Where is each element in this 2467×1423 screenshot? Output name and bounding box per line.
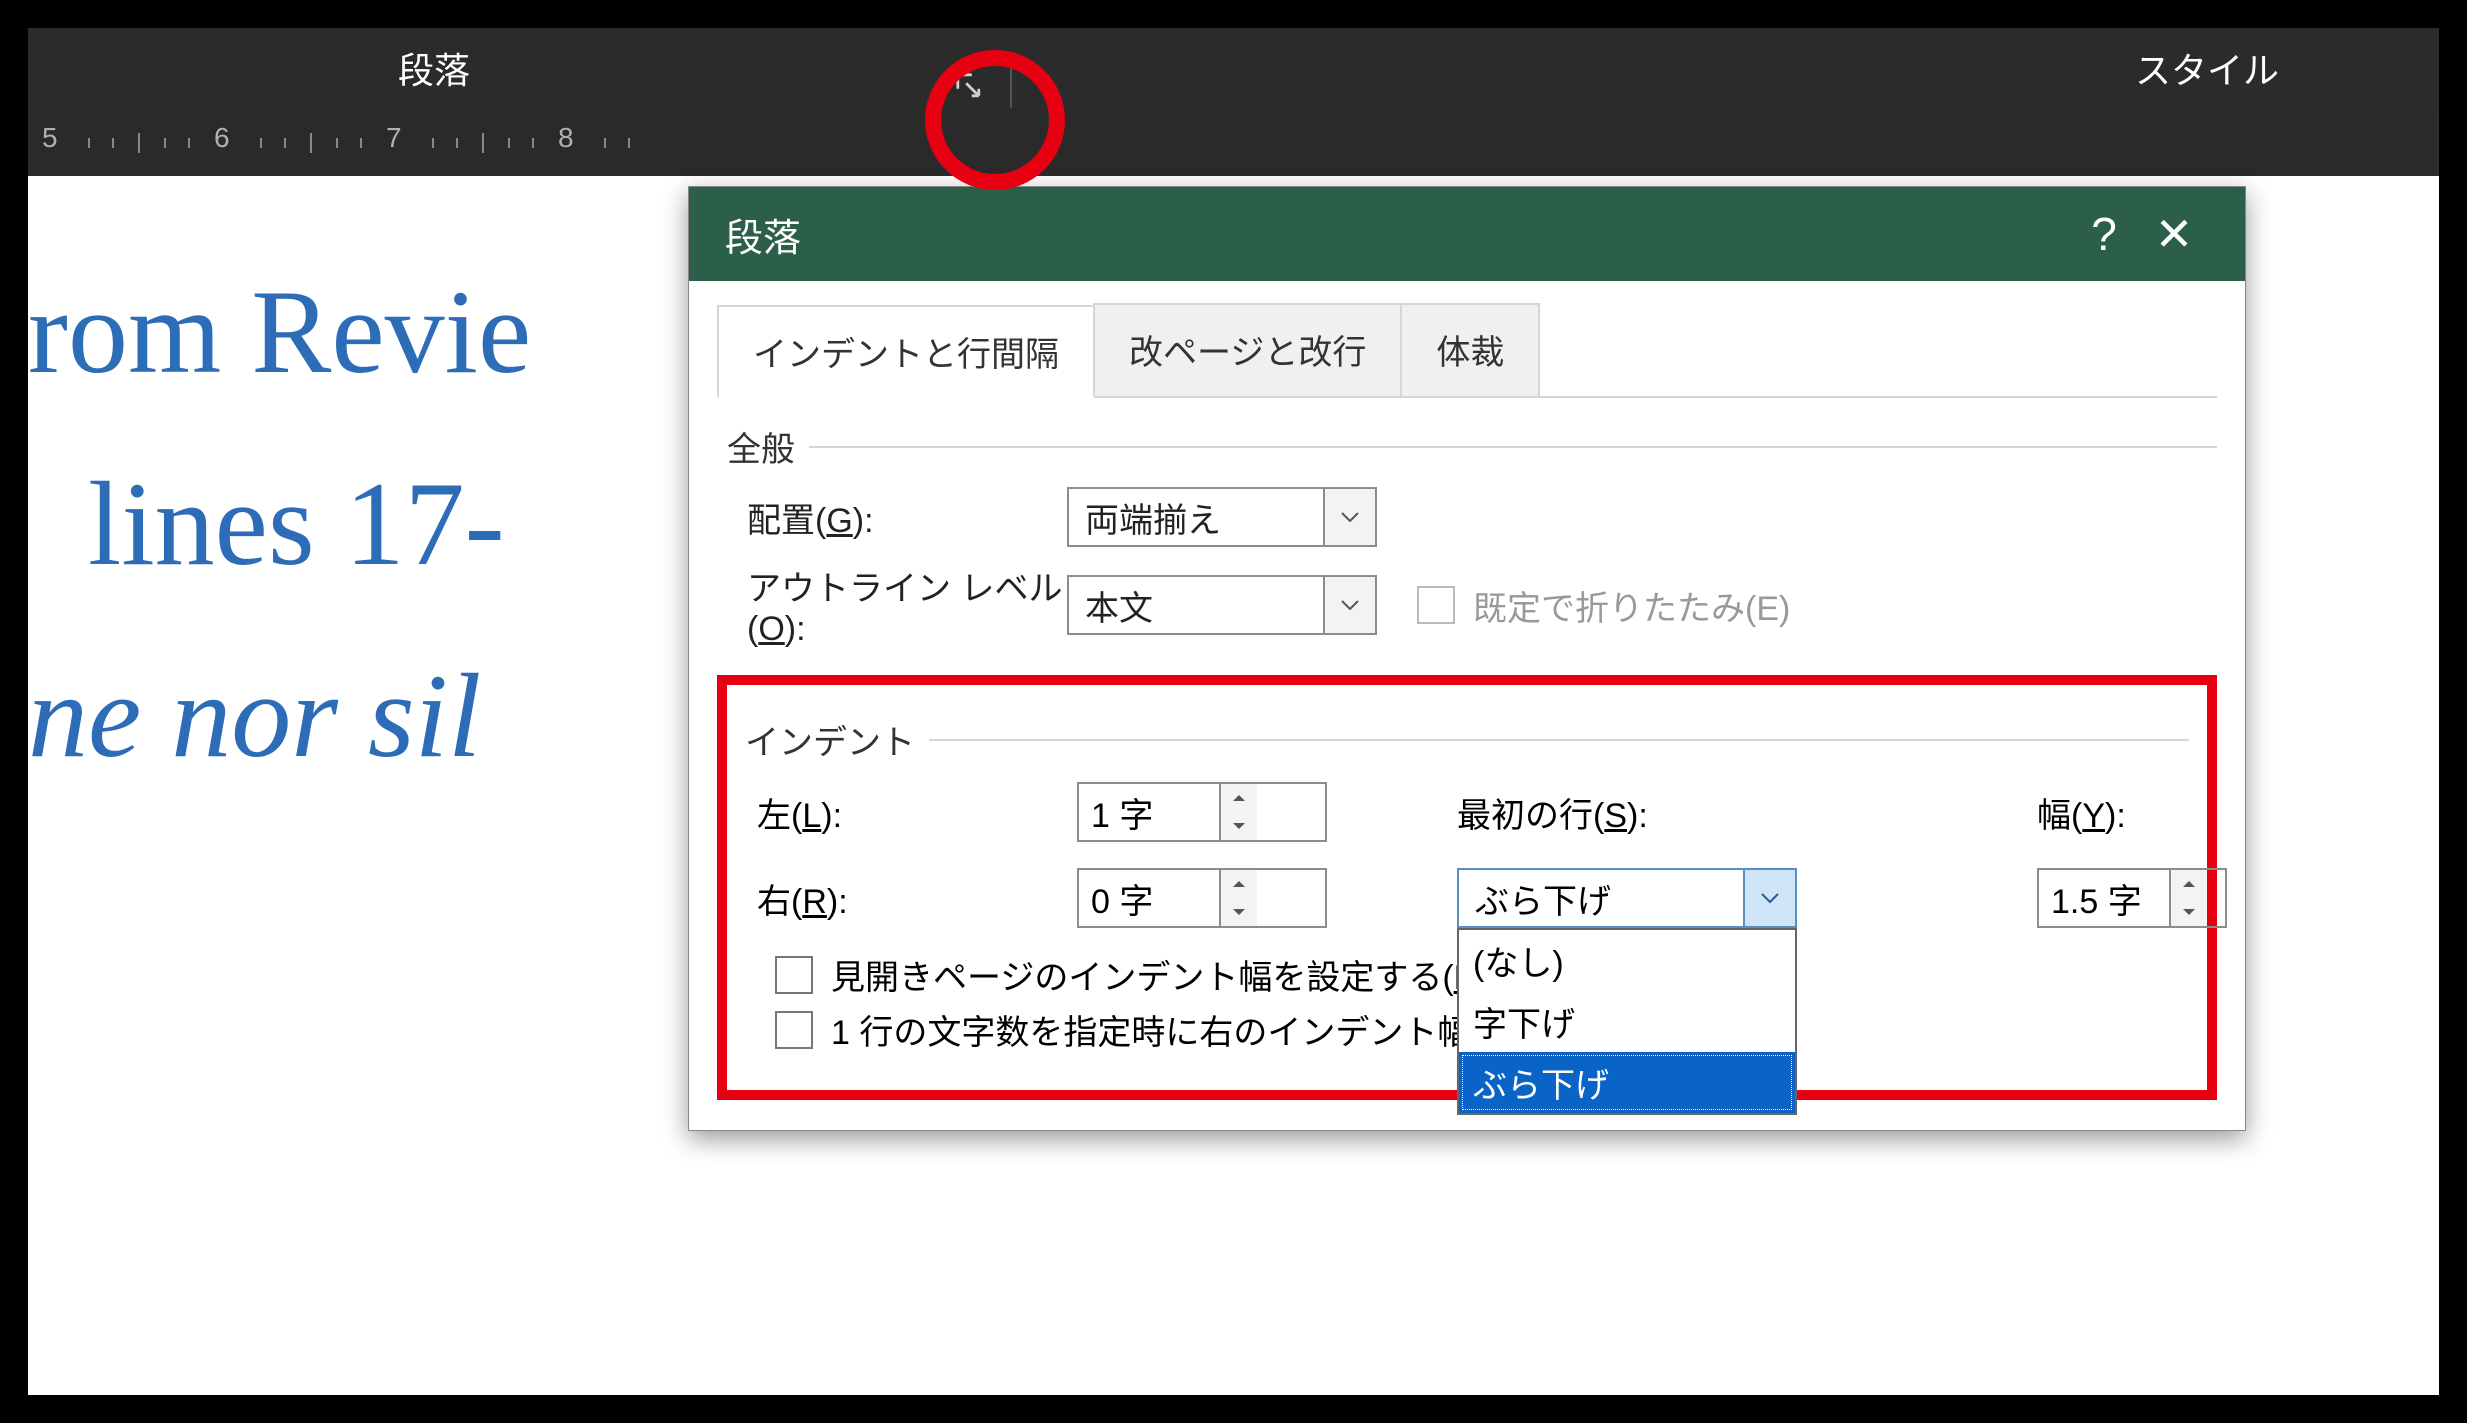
indent-right-input[interactable]	[1079, 870, 1219, 926]
auto-adjust-right-indent-label: 1 行の文字数を指定時に右のインデント幅を	[831, 1005, 1505, 1054]
collapse-by-default-checkbox: 既定で折りたたみ(E)	[1417, 581, 1790, 630]
first-line-value: ぶら下げ	[1459, 874, 1743, 923]
close-button[interactable]: ✕	[2139, 199, 2209, 269]
dialog-title: 段落	[725, 207, 801, 262]
outline-level-select[interactable]: 本文	[1067, 575, 1377, 635]
dialog-titlebar[interactable]: 段落 ? ✕	[689, 187, 2245, 281]
alignment-select[interactable]: 両端揃え	[1067, 487, 1377, 547]
ribbon-bar: 段落 スタイル	[28, 28, 2439, 108]
indent-by-spinner[interactable]	[2037, 868, 2227, 928]
ruler-number: 5	[42, 122, 58, 154]
spinner-down-icon[interactable]	[1221, 898, 1257, 926]
ruler-number: 6	[214, 122, 230, 154]
tab-asian-typography[interactable]: 体裁	[1400, 303, 1540, 396]
indent-section-header: インデント	[745, 715, 2189, 764]
first-line-option-firstline[interactable]: 字下げ	[1459, 991, 1795, 1052]
ruler-number: 7	[386, 122, 402, 154]
indent-right-spinner[interactable]	[1077, 868, 1327, 928]
indent-by-label: 幅(Y):	[2037, 788, 2267, 837]
help-button[interactable]: ?	[2069, 199, 2139, 269]
chevron-down-icon[interactable]	[1743, 870, 1795, 926]
annotation-red-circle	[925, 50, 1065, 190]
alignment-label: 配置(G):	[747, 493, 1067, 542]
indent-highlight-frame: インデント 左(L): 最初の行(S): 幅(Y):	[717, 675, 2217, 1100]
indent-right-label: 右(R):	[757, 874, 1047, 923]
tab-indent-spacing[interactable]: インデントと行間隔	[717, 305, 1095, 398]
screenshot-frame: 段落 スタイル 5 6 7 8 rom Rev	[0, 0, 2467, 1423]
first-line-option-none[interactable]: (なし)	[1459, 930, 1795, 991]
collapse-label: 既定で折りたたみ(E)	[1473, 581, 1790, 630]
alignment-value: 両端揃え	[1069, 493, 1323, 542]
first-line-option-hanging[interactable]: ぶら下げ	[1459, 1052, 1795, 1113]
chevron-down-icon[interactable]	[1323, 577, 1375, 633]
paragraph-dialog: 段落 ? ✕ インデントと行間隔 改ページと改行 体裁 全般 配置(G): 両端…	[688, 186, 2246, 1131]
outline-level-value: 本文	[1069, 581, 1323, 630]
ribbon-paragraph-label: 段落	[368, 28, 500, 108]
paragraph-ribbon-group: 段落	[28, 28, 500, 108]
ruler[interactable]: 5 6 7 8	[28, 108, 2439, 176]
tab-page-line-breaks[interactable]: 改ページと改行	[1093, 303, 1402, 396]
indent-left-input[interactable]	[1079, 784, 1219, 840]
ruler-number: 8	[558, 122, 574, 154]
spinner-down-icon[interactable]	[2171, 898, 2207, 926]
first-line-select[interactable]: ぶら下げ (なし) 字下げ ぶら下げ	[1457, 868, 1797, 928]
first-line-dropdown: (なし) 字下げ ぶら下げ	[1457, 928, 1797, 1115]
ribbon-styles-label: スタイル	[2135, 28, 2279, 108]
first-line-label: 最初の行(S):	[1457, 788, 1887, 837]
dialog-tabs: インデントと行間隔 改ページと改行 体裁	[717, 303, 2217, 398]
spinner-down-icon[interactable]	[1221, 812, 1257, 840]
mirror-indents-label: 見開きページのインデント幅を設定する(M)	[831, 950, 1493, 999]
spinner-up-icon[interactable]	[1221, 784, 1257, 812]
spinner-up-icon[interactable]	[1221, 870, 1257, 898]
indent-left-label: 左(L):	[757, 788, 1047, 837]
indent-by-input[interactable]	[2039, 870, 2169, 926]
indent-left-spinner[interactable]	[1077, 782, 1327, 842]
chevron-down-icon[interactable]	[1323, 489, 1375, 545]
general-section-header: 全般	[727, 422, 2217, 471]
spinner-up-icon[interactable]	[2171, 870, 2207, 898]
outline-level-label: アウトライン レベル(O):	[747, 561, 1067, 649]
